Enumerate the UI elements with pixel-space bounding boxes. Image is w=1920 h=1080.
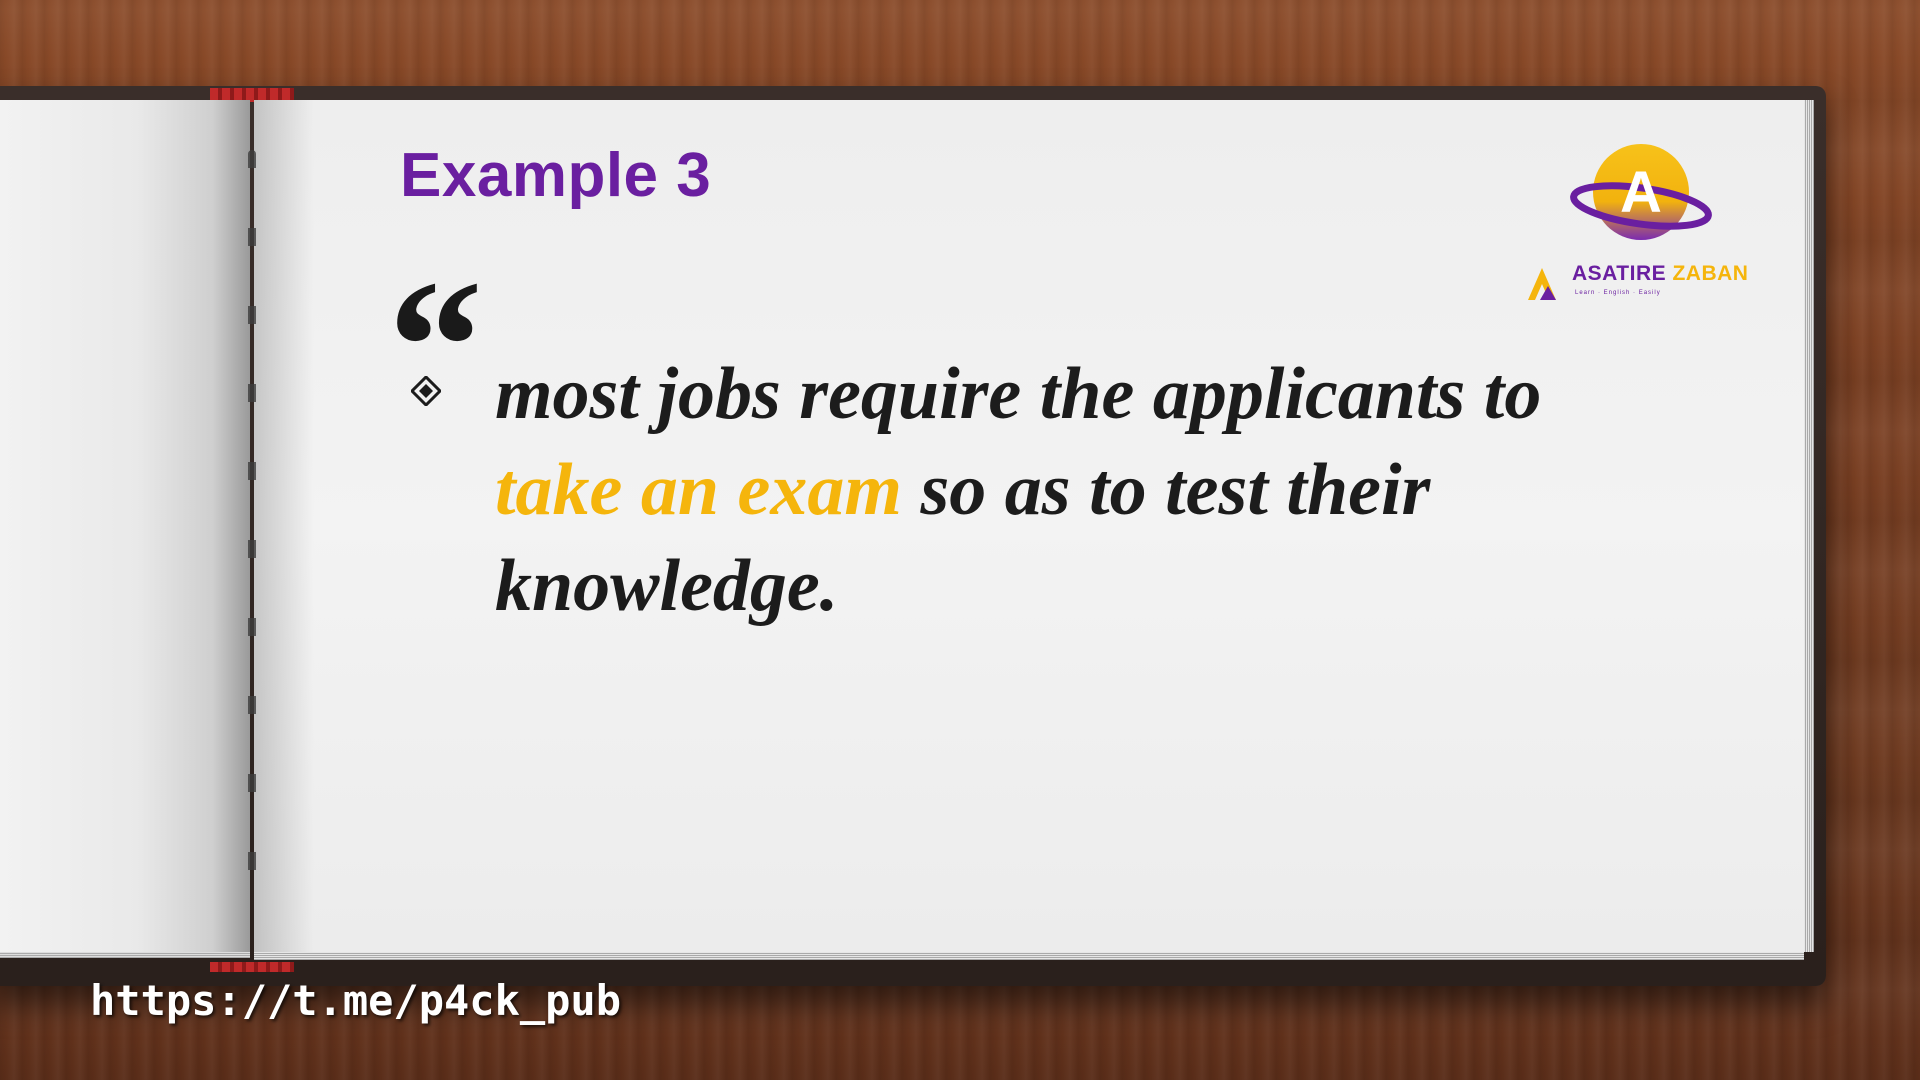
sentence-highlight: take an exam — [495, 449, 902, 531]
slide-title: Example 3 — [400, 141, 712, 210]
logo-letter: A — [1620, 160, 1662, 225]
book-spine — [248, 150, 256, 910]
quote-mark-icon: “ — [388, 242, 483, 452]
diamond-bullet-icon — [411, 376, 441, 406]
left-page — [0, 100, 250, 958]
logo-brand-part-1: ASATIRE — [1572, 262, 1667, 285]
quote-sentence: most jobs require the applicants to take… — [495, 346, 1675, 634]
logo-brand-part-2: ZABAN — [1672, 262, 1749, 285]
bookmark-ribbon-bottom — [210, 962, 294, 972]
logo-tagline: Learn · English · Easily — [1575, 290, 1661, 296]
footer-url[interactable]: https://t.me/p4ck_pub — [90, 976, 621, 1025]
logo-brand-name: ASATIRE ZABAN — [1572, 262, 1748, 286]
sentence-part-1: most jobs require the applicants to — [495, 353, 1542, 435]
